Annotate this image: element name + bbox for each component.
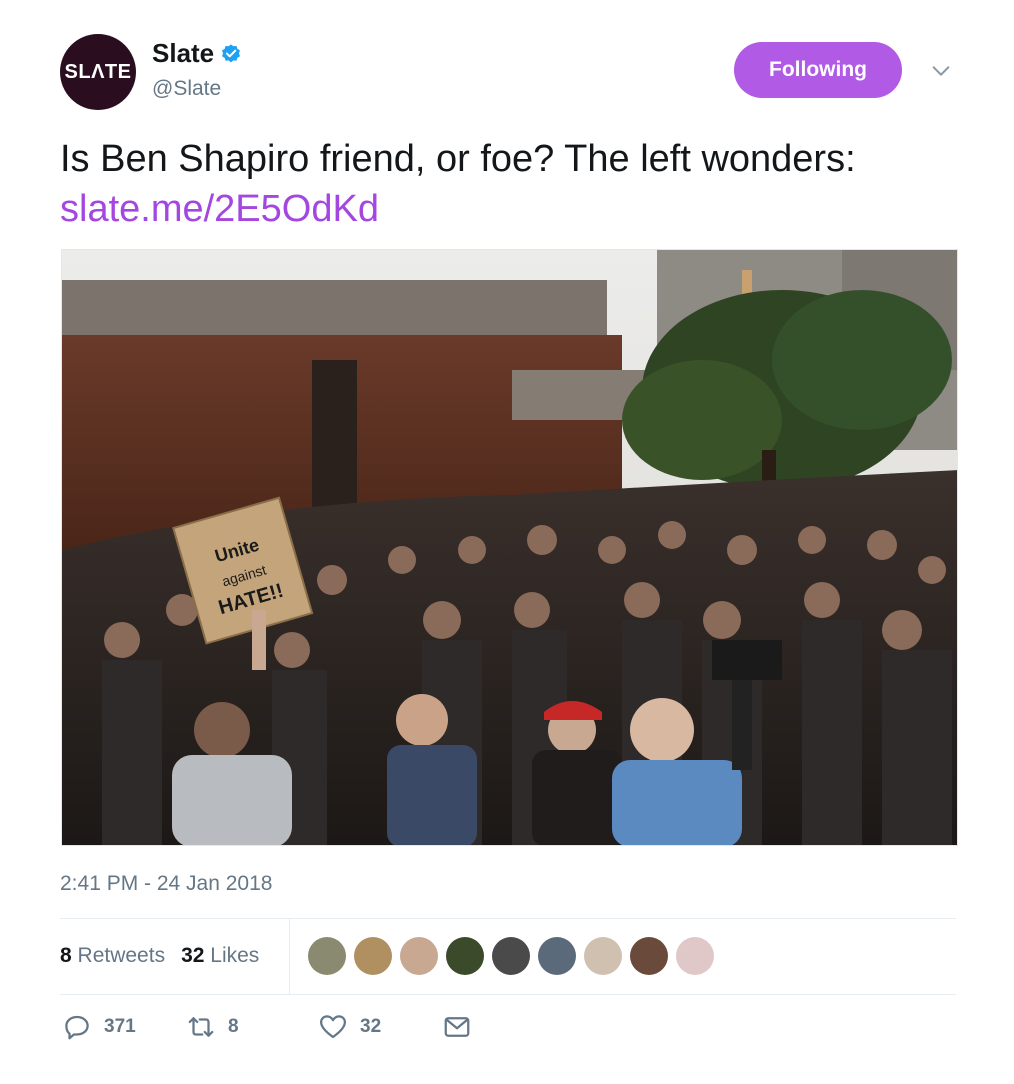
reply-action[interactable]: 371 bbox=[62, 1012, 186, 1042]
tweet-actions: 371 8 32 bbox=[62, 1012, 472, 1042]
author-name[interactable]: Slate bbox=[152, 38, 242, 69]
retweet-icon bbox=[188, 1017, 214, 1037]
divider bbox=[60, 994, 956, 995]
protest-crowd-photo: Unite against HATE!! bbox=[62, 250, 957, 845]
liker-avatar[interactable] bbox=[492, 937, 530, 975]
author-block: Slate @Slate bbox=[152, 38, 242, 101]
author-handle[interactable]: @Slate bbox=[152, 77, 242, 101]
envelope-icon bbox=[444, 1017, 470, 1037]
liker-avatar[interactable] bbox=[446, 937, 484, 975]
following-button[interactable]: Following bbox=[734, 42, 902, 98]
slate-logo-text: SLΛTE bbox=[64, 60, 132, 83]
likes-label: Likes bbox=[210, 944, 260, 967]
liker-avatar[interactable] bbox=[538, 937, 576, 975]
tweet-text: Is Ben Shapiro friend, or foe? The left … bbox=[60, 134, 960, 234]
liker-avatar[interactable] bbox=[630, 937, 668, 975]
tweet-body: Is Ben Shapiro friend, or foe? The left … bbox=[60, 138, 856, 180]
slate-avatar[interactable]: SLΛTE bbox=[60, 34, 136, 110]
like-count: 32 bbox=[360, 1016, 382, 1037]
tweet-link[interactable]: slate.me/2E5OdKd bbox=[60, 188, 379, 230]
likes-count: 32 bbox=[181, 944, 205, 967]
liker-avatar[interactable] bbox=[354, 937, 392, 975]
retweet-count: 8 bbox=[228, 1016, 239, 1037]
stats-divider bbox=[289, 918, 290, 994]
liker-avatar[interactable] bbox=[400, 937, 438, 975]
liker-avatar[interactable] bbox=[308, 937, 346, 975]
liker-avatar[interactable] bbox=[676, 937, 714, 975]
likes-stat[interactable]: 32 Likes bbox=[181, 944, 259, 968]
reply-count: 371 bbox=[104, 1016, 136, 1037]
retweets-label: Retweets bbox=[77, 944, 166, 967]
retweets-count: 8 bbox=[60, 944, 72, 967]
chevron-down-icon[interactable] bbox=[930, 60, 952, 82]
likers-avatars bbox=[308, 937, 714, 975]
tweet-stats: 8 Retweets 32 Likes bbox=[60, 944, 259, 968]
like-action[interactable]: 32 bbox=[318, 1012, 442, 1042]
liker-avatar[interactable] bbox=[584, 937, 622, 975]
retweets-stat[interactable]: 8 Retweets bbox=[60, 944, 165, 968]
tweet-photo[interactable]: Unite against HATE!! bbox=[61, 249, 958, 846]
verified-badge-icon bbox=[222, 43, 241, 62]
message-action[interactable] bbox=[442, 1012, 472, 1042]
heart-icon bbox=[320, 1015, 346, 1039]
divider bbox=[60, 918, 956, 919]
author-display-name: Slate bbox=[152, 38, 215, 68]
retweet-action[interactable]: 8 bbox=[186, 1012, 318, 1042]
tweet-timestamp[interactable]: 2:41 PM - 24 Jan 2018 bbox=[60, 872, 272, 896]
reply-icon bbox=[65, 1015, 89, 1040]
